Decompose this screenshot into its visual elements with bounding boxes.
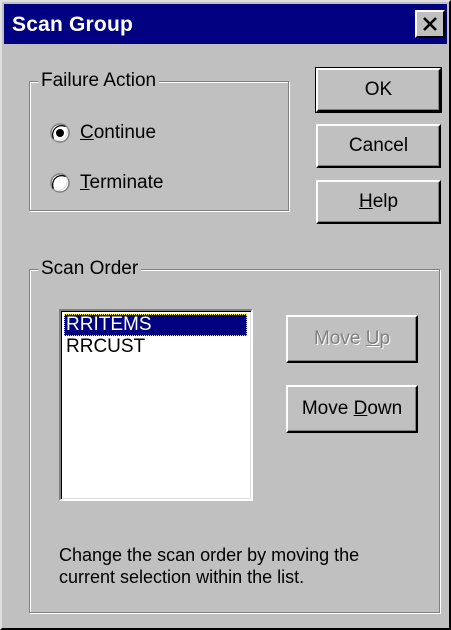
- scan-order-list[interactable]: RRITEMS RRCUST: [59, 309, 253, 501]
- failure-action-group: Failure Action Continue Terminate: [29, 69, 289, 211]
- cancel-label: Cancel: [348, 135, 409, 156]
- scan-order-hint: Change the scan order by moving the curr…: [59, 544, 429, 588]
- radio-terminate[interactable]: Terminate: [50, 170, 163, 196]
- scan-order-legend: Scan Order: [38, 257, 142, 281]
- move-down-label: Move Down: [302, 398, 402, 420]
- move-up-label: Move Up: [314, 328, 390, 350]
- radio-continue[interactable]: Continue: [50, 120, 156, 146]
- close-button[interactable]: [415, 10, 445, 38]
- radio-unselected-icon: [50, 173, 70, 193]
- list-item-label: RRITEMS: [66, 314, 152, 335]
- label-rest: ontinue: [93, 122, 157, 143]
- title-bar[interactable]: Scan Group: [4, 4, 447, 44]
- move-down-button[interactable]: Move Down: [286, 385, 418, 433]
- move-down-prefix: Move: [301, 398, 354, 419]
- scan-group-dialog: Scan Group Failure Action Continue Termi…: [0, 0, 451, 630]
- radio-terminate-label: Terminate: [80, 172, 163, 194]
- radio-continue-label: Continue: [80, 122, 156, 144]
- accel-t: T: [80, 172, 90, 193]
- list-item-label: RRCUST: [66, 336, 146, 357]
- window-title: Scan Group: [12, 13, 134, 36]
- list-item[interactable]: RRCUST: [64, 336, 247, 358]
- cancel-button[interactable]: Cancel: [316, 124, 441, 168]
- help-label: Help: [359, 191, 398, 213]
- ok-label: OK: [364, 79, 393, 100]
- move-up-rest: p: [379, 328, 391, 349]
- accel-d: D: [353, 398, 368, 419]
- close-icon: [423, 17, 437, 31]
- move-up-prefix: Move: [313, 328, 366, 349]
- move-down-rest: own: [367, 398, 403, 419]
- label-rest: erminate: [89, 172, 164, 193]
- list-item-selected[interactable]: RRITEMS: [64, 314, 247, 336]
- accel-c: C: [80, 122, 94, 143]
- move-up-button[interactable]: Move Up: [286, 315, 418, 363]
- accel-u: U: [365, 328, 380, 349]
- hint-line-2: current selection within the list.: [59, 567, 305, 587]
- failure-action-legend: Failure Action: [38, 69, 160, 93]
- help-button[interactable]: Help: [316, 180, 441, 224]
- hint-line-1: Change the scan order by moving the: [59, 545, 360, 565]
- radio-selected-icon: [50, 123, 70, 143]
- accel-h: H: [358, 191, 373, 212]
- ok-button[interactable]: OK: [315, 67, 442, 113]
- label-rest: elp: [372, 191, 399, 212]
